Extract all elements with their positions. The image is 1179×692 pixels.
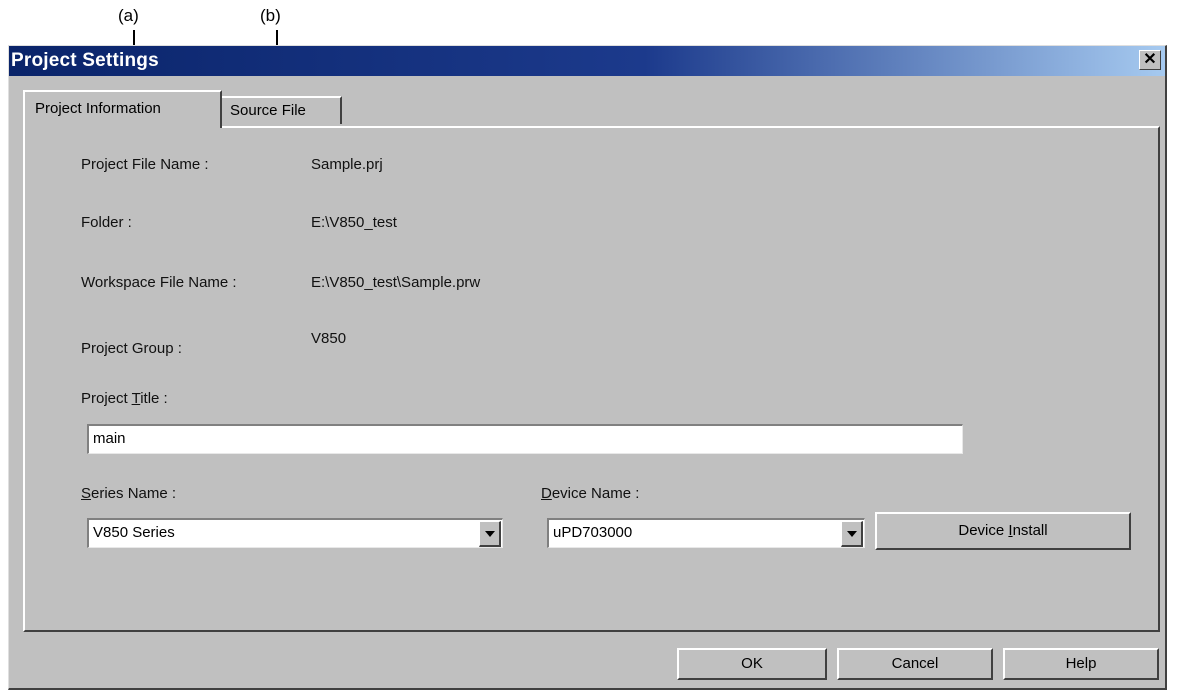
project-group-value: V850	[311, 330, 347, 347]
help-button[interactable]: Help	[1003, 648, 1159, 680]
device-install-button[interactable]: Device Install	[875, 512, 1131, 550]
series-name-dropdown[interactable]: V850 Series	[87, 518, 503, 548]
ok-button[interactable]: OK	[677, 648, 827, 680]
folder-value: E:\V850_test	[311, 214, 397, 231]
cancel-button[interactable]: Cancel	[837, 648, 993, 680]
tab-source-file[interactable]: Source File	[220, 96, 342, 124]
tab-project-information[interactable]: Project Information	[23, 90, 222, 128]
close-icon[interactable]: ✕	[1139, 50, 1161, 70]
project-file-name-value: Sample.prj	[311, 156, 383, 173]
title-bar[interactable]: Project Settings ✕	[9, 46, 1165, 76]
series-name-value: V850 Series	[93, 524, 175, 541]
callout-b: (b)	[260, 6, 281, 25]
workspace-file-name-label: Workspace File Name :	[81, 274, 237, 291]
device-name-label: Device Name :	[541, 485, 640, 502]
project-settings-dialog: Project Settings ✕ Project Information S…	[8, 45, 1167, 690]
device-name-dropdown[interactable]: uPD703000	[547, 518, 865, 548]
project-title-label: Project Title :	[81, 390, 168, 407]
device-chevron-down-icon[interactable]	[841, 521, 863, 547]
series-name-label: Series Name :	[81, 485, 177, 502]
workspace-file-name-value: E:\V850_test\Sample.prw	[311, 274, 481, 291]
series-chevron-down-icon[interactable]	[479, 521, 501, 547]
device-name-value: uPD703000	[553, 524, 633, 541]
project-title-input[interactable]: main	[87, 424, 963, 454]
project-group-label: Project Group :	[81, 340, 182, 357]
project-file-name-label: Project File Name :	[81, 156, 209, 173]
dialog-title: Project Settings	[11, 50, 159, 71]
callout-a: (a)	[118, 6, 139, 25]
folder-label: Folder :	[81, 214, 132, 231]
project-information-panel: Project File Name : Sample.prj Folder : …	[23, 126, 1160, 632]
